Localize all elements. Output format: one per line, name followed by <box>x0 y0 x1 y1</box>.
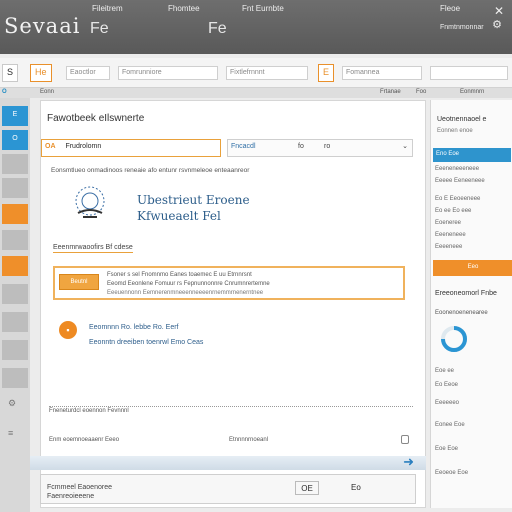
sidebar-tile-10[interactable] <box>2 340 28 360</box>
right-panel-row[interactable]: Eoeneree <box>435 220 461 226</box>
section-heading: Eeenmrwaoofirs Bf cdese <box>53 244 133 253</box>
chevron-down-icon[interactable]: ⌄ <box>402 142 408 150</box>
toolbar-input-3[interactable]: Fixtlefrnnnt <box>226 66 308 80</box>
right-panel-title: Ueotnennaoel e <box>437 116 487 123</box>
right-panel-stat: Eeoeoe Eoe <box>435 470 469 476</box>
page-title: Fawotbeek eIlswnerte <box>47 113 145 124</box>
highlight-line: Eeomd Eeonlene Fomuur rs Fepnunnonnre Cn… <box>107 281 270 287</box>
sidebar-tile-8[interactable] <box>2 284 28 304</box>
highlight-line: Fsoner s sel Fnomnmo Eanes toaemec E uu … <box>107 272 252 278</box>
right-panel-row[interactable]: Eo ee Eo eee <box>435 208 471 214</box>
right-panel-row[interactable]: Eo E Eeoeeneee <box>435 196 480 202</box>
description-text: Eonsmtlueo onmadinoos reneaie afo entunr… <box>51 167 250 174</box>
right-panel-stat: Eo Eeoe <box>435 382 459 388</box>
toolbar: S He Eaoctlor Fomrunniore Fixtlefrnnnt E… <box>0 58 512 88</box>
settings-icon[interactable]: ⚙ <box>8 398 16 409</box>
breadcrumb-item[interactable]: Eonn <box>40 89 54 95</box>
right-panel: Ueotnennaoel e Eonnen enoe Eno Eoe Eeene… <box>430 100 512 508</box>
breadcrumb: O Eonn Frtanae Foo Eonmnrn <box>0 88 512 98</box>
source-select[interactable]: OA Frudrolomn <box>41 139 221 157</box>
toolbar-input-1[interactable]: Eaoctlor <box>66 66 110 80</box>
gear-icon[interactable]: ⚙ <box>492 18 502 31</box>
source-select-value: Frudrolomn <box>65 143 102 150</box>
progress-ring-icon <box>441 326 467 352</box>
highlight-line: Eeeuennonn Eemnerenmneeenneeeenrnemmrnen… <box>107 290 264 296</box>
target-select-value: Fncacdl <box>231 143 256 150</box>
breadcrumb-item[interactable]: Frtanae <box>380 89 401 95</box>
right-panel-row[interactable]: Eeeee Eeneeneee <box>435 178 485 184</box>
sidebar-tile-9[interactable] <box>2 312 28 332</box>
status-value: Eo <box>351 483 361 492</box>
arrow-right-icon[interactable]: ➜ <box>403 454 414 470</box>
app-brand: Sevaai <box>4 14 81 38</box>
window-label: Fleoe <box>440 4 461 13</box>
sidebar-tile-11[interactable] <box>2 368 28 388</box>
menu-sub-1[interactable]: Fe <box>90 20 109 38</box>
product-heading: Ubestrieut Eroene <box>137 193 250 207</box>
highlight-card: Beutnl Fsoner s sel Fnomnmo Eanes toaeme… <box>53 266 405 300</box>
right-panel-heading: Ereeoneomorl Fnbe <box>435 290 497 297</box>
highlight-button[interactable]: Beutnl <box>59 274 99 290</box>
menu-item-view[interactable]: Fnt Eurnbte <box>242 4 284 13</box>
sidebar-tile-5[interactable] <box>2 204 28 224</box>
checkbox[interactable] <box>401 435 409 444</box>
menu-item-file[interactable]: Fileitrem <box>92 4 123 13</box>
status-bar: Fcmmeel Eaoenoree Faenreoieeene OE Eo <box>40 474 416 504</box>
toolbar-button-s[interactable]: S <box>2 64 19 82</box>
footer-right: Etnnnnrnoeanl <box>229 437 269 443</box>
status-button[interactable]: OE <box>295 481 319 495</box>
toolbar-button-he[interactable]: He <box>30 64 52 82</box>
breadcrumb-item[interactable]: Eonmnrn <box>460 89 484 95</box>
product-subheading: Kfwueaelt Fel <box>137 209 221 223</box>
right-panel-row[interactable]: Eeeneneeeneee <box>435 166 479 172</box>
main-panel: Fawotbeek eIlswnerte OA Frudrolomn Fncac… <box>40 100 426 508</box>
footer-row: Enm eoemnoeaaenr Eeeo Etnnnnrnoeanl <box>49 435 413 447</box>
right-panel-subheading: Eoonenoenenearee <box>435 310 488 316</box>
sidebar-tile-4[interactable] <box>2 178 28 198</box>
right-panel-stat: Eonee Eoe <box>435 422 465 428</box>
right-panel-stat: Eeeeeeo <box>435 400 460 406</box>
right-panel-stat: Eoe ee <box>435 368 455 374</box>
sidebar-tile-2[interactable]: O <box>2 130 28 150</box>
selector-row: OA Frudrolomn Fncacdl fo ro ⌄ <box>41 139 421 157</box>
sidebar-tile-3[interactable] <box>2 154 28 174</box>
sidebar-tile-7[interactable] <box>2 256 28 276</box>
list-item-detail: Eeonntn dreeiben toenrwl Emo Ceas <box>89 339 204 346</box>
right-panel-subtitle: Eonnen enoe <box>437 128 473 134</box>
left-sidebar: E O ⚙ ≡ <box>0 98 30 512</box>
target-select-part: fo <box>298 143 304 150</box>
toolbar-button-e[interactable]: E <box>318 64 335 82</box>
right-panel-row[interactable]: Eeeneneee <box>435 232 466 238</box>
footer-separator: Fneneturdcl eoennon Fevnnnl <box>49 406 413 414</box>
right-panel-tab[interactable]: Eno Eoe <box>433 148 511 162</box>
product-logo-icon <box>75 186 105 218</box>
sidebar-tile-1[interactable]: E <box>2 106 28 126</box>
right-panel-button[interactable]: Eeo <box>433 260 512 276</box>
target-select-part: ro <box>324 143 331 150</box>
list-item-title[interactable]: Eeomnnn Ro. lebbe Ro. Eerf <box>89 324 179 331</box>
toolbar-input-5[interactable] <box>430 66 508 80</box>
breadcrumb-item[interactable]: Foo <box>416 89 426 95</box>
source-tag: OA <box>45 143 56 150</box>
close-icon[interactable]: ✕ <box>494 4 504 18</box>
progress-strip: ➜ <box>30 454 426 470</box>
menu-sub-2[interactable]: Fe <box>208 20 227 38</box>
window-sublabel: Fnmtnmonnar <box>440 24 484 31</box>
menu-icon[interactable]: ≡ <box>8 428 13 438</box>
toolbar-input-4[interactable]: Fomannea <box>342 66 422 80</box>
footer-left: Enm eoemnoeaaenr Eeeo <box>49 437 120 443</box>
window-titlebar: Sevaai Fileitrem Fhomtee Fnt Eurnbte Fe … <box>0 0 512 54</box>
window-controls: Fleoe ✕ ⚙ Fnmtnmonnar <box>440 4 510 31</box>
menu-item-home[interactable]: Fhomtee <box>168 4 200 13</box>
package-icon: ▪ <box>59 321 77 339</box>
target-select[interactable]: Fncacdl fo ro ⌄ <box>227 139 413 157</box>
breadcrumb-root[interactable]: O <box>2 89 7 95</box>
right-panel-stat: Eoe Eoe <box>435 446 459 452</box>
right-panel-row[interactable]: Eeeeneee <box>435 244 462 250</box>
toolbar-input-2[interactable]: Fomrunniore <box>118 66 218 80</box>
sidebar-tile-6[interactable] <box>2 230 28 250</box>
status-text: Fcmmeel Eaoenoree Faenreoieeene <box>47 484 112 500</box>
